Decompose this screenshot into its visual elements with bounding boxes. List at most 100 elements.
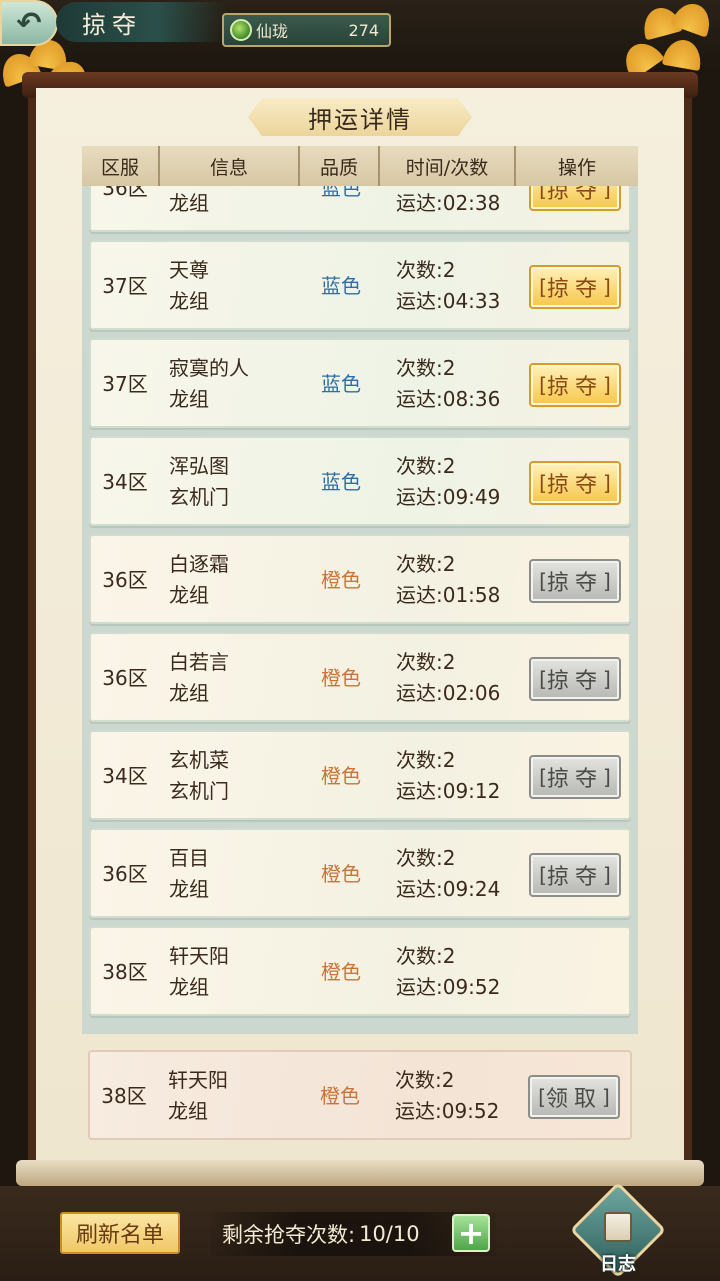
row-player-name: 轩天阳 [169,944,229,968]
row-info: 寂寞的人 龙组 [169,353,249,415]
escort-list[interactable]: 36区 龙组 蓝色 运达:02:38 [掠夺] 37区 天尊 龙组 蓝色 次数:… [82,186,638,1034]
plunder-button-label: 掠夺 [546,375,603,400]
plunder-button[interactable]: [掠夺] [529,461,621,505]
own-arrive-time: 运达:09:52 [395,1099,500,1123]
plunder-button-label: 掠夺 [546,865,603,890]
row-count: 次数:2 [396,748,456,772]
row-zone: 36区 [102,666,148,690]
own-zone: 38区 [101,1084,147,1108]
plunder-button-label: 掠夺 [546,186,603,204]
row-info: 浑弘图 玄机门 [169,451,229,513]
row-zone: 37区 [102,274,148,298]
escort-row: 34区 浑弘图 玄机门 蓝色 次数:2 运达:09:49 [掠夺] [89,436,631,526]
row-arrive-time: 运达:09:24 [396,877,501,901]
row-player-name: 寂寞的人 [169,356,249,380]
escort-row: 36区 百目 龙组 橙色 次数:2 运达:09:24 [掠夺] [89,828,631,918]
row-guild-name: 龙组 [169,191,209,215]
row-zone: 34区 [102,764,148,788]
claim-button[interactable]: [领取] [528,1075,620,1119]
row-quality: 蓝色 [321,470,361,494]
currency-display: 仙珑 274 [222,13,391,47]
escort-row: 36区 白若言 龙组 橙色 次数:2 运达:02:06 [掠夺] [89,632,631,722]
row-quality: 蓝色 [321,274,361,298]
row-guild-name: 玄机门 [169,485,229,509]
escort-row: 37区 天尊 龙组 蓝色 次数:2 运达:04:33 [掠夺] [89,240,631,330]
row-player-name: 玄机菜 [169,748,229,772]
row-time: 次数:2 运达:09:24 [396,843,500,905]
row-arrive-time: 运达:08:36 [396,387,501,411]
row-info: 白逐霜 龙组 [169,549,229,611]
row-time: 次数:2 运达:04:33 [396,255,500,317]
back-button[interactable]: ↶ [0,0,58,46]
row-count: 次数:2 [396,258,456,282]
remaining-value: 10/10 [359,1222,420,1246]
plunder-button[interactable]: [掠夺] [529,853,621,897]
own-player-name: 轩天阳 [168,1068,228,1092]
plunder-button-label: 掠夺 [546,767,603,792]
remaining-label: 剩余抢夺次数: [222,1223,356,1247]
row-guild-name: 龙组 [169,387,209,411]
escort-row: 36区 白逐霜 龙组 橙色 次数:2 运达:01:58 [掠夺] [89,534,631,624]
row-arrive-time: 运达:09:52 [396,975,501,999]
row-info: 百目 龙组 [169,843,209,905]
row-quality: 橙色 [321,862,361,886]
row-quality: 蓝色 [321,186,361,200]
plunder-button[interactable]: [掠夺] [529,265,621,309]
row-arrive-time: 运达:01:58 [396,583,501,607]
row-count: 次数:2 [396,650,456,674]
plunder-button[interactable]: [掠夺] [529,363,621,407]
row-player-name: 天尊 [169,258,209,282]
row-player-name: 浑弘图 [169,454,229,478]
row-player-name: 白若言 [169,650,229,674]
plunder-button-label: 掠夺 [546,277,603,302]
row-quality: 橙色 [321,960,361,984]
row-count: 次数:2 [396,356,456,380]
scroll-rod-bottom [16,1160,704,1186]
row-player-name: 白逐霜 [169,552,229,576]
row-quality: 橙色 [321,666,361,690]
add-attempts-button[interactable]: + [452,1214,490,1252]
column-header-time: 时间/次数 [380,146,516,186]
plunder-button[interactable]: [掠夺] [529,755,621,799]
column-header-action: 操作 [557,156,596,179]
own-escort-row: 38区 轩天阳 龙组 橙色 次数:2 运达:09:52 [领取] [88,1050,632,1140]
log-label: 日志 [600,1254,636,1275]
row-zone: 36区 [102,186,148,200]
plunder-button-label: 掠夺 [546,473,603,498]
column-header-quality: 品质 [300,146,380,186]
row-quality: 橙色 [321,568,361,592]
escort-row: 38区 轩天阳 龙组 橙色 次数:2 运达:09:52 [89,926,631,1016]
row-arrive-time: 运达:02:38 [396,191,501,215]
row-count: 次数:2 [396,552,456,576]
row-guild-name: 龙组 [169,975,209,999]
escort-row: 37区 寂寞的人 龙组 蓝色 次数:2 运达:08:36 [掠夺] [89,338,631,428]
row-arrive-time: 运达:09:49 [396,485,501,509]
plunder-button[interactable]: [掠夺] [529,559,621,603]
jade-icon [230,19,252,41]
plunder-button-label: 掠夺 [546,669,603,694]
row-info: 轩天阳 龙组 [169,941,229,1003]
row-time: 运达:02:38 [396,186,500,219]
own-count: 次数:2 [395,1068,455,1092]
column-header-info: 信息 [160,146,300,186]
row-info: 龙组 [169,186,209,219]
plunder-button[interactable]: [掠夺] [529,186,621,211]
row-info: 玄机菜 玄机门 [169,745,229,807]
plunder-button[interactable]: [掠夺] [529,657,621,701]
row-info: 白若言 龙组 [169,647,229,709]
own-info: 轩天阳 龙组 [168,1065,228,1127]
scroll-log-icon [604,1212,632,1242]
currency-name: 仙珑 [256,22,289,41]
row-arrive-time: 运达:04:33 [396,289,501,313]
row-guild-name: 龙组 [169,289,209,313]
column-headers: 区服 信息 品质 时间/次数 操作 [82,146,638,186]
own-guild-name: 龙组 [168,1099,208,1123]
column-header-zone: 区服 [82,146,160,186]
refresh-list-button[interactable]: 刷新名单 [60,1212,180,1254]
row-quality: 橙色 [321,764,361,788]
row-guild-name: 龙组 [169,681,209,705]
panel-title: 押运详情 [248,98,472,136]
page-title: 掠夺 [56,2,226,42]
currency-amount: 274 [348,20,379,40]
row-guild-name: 玄机门 [169,779,229,803]
